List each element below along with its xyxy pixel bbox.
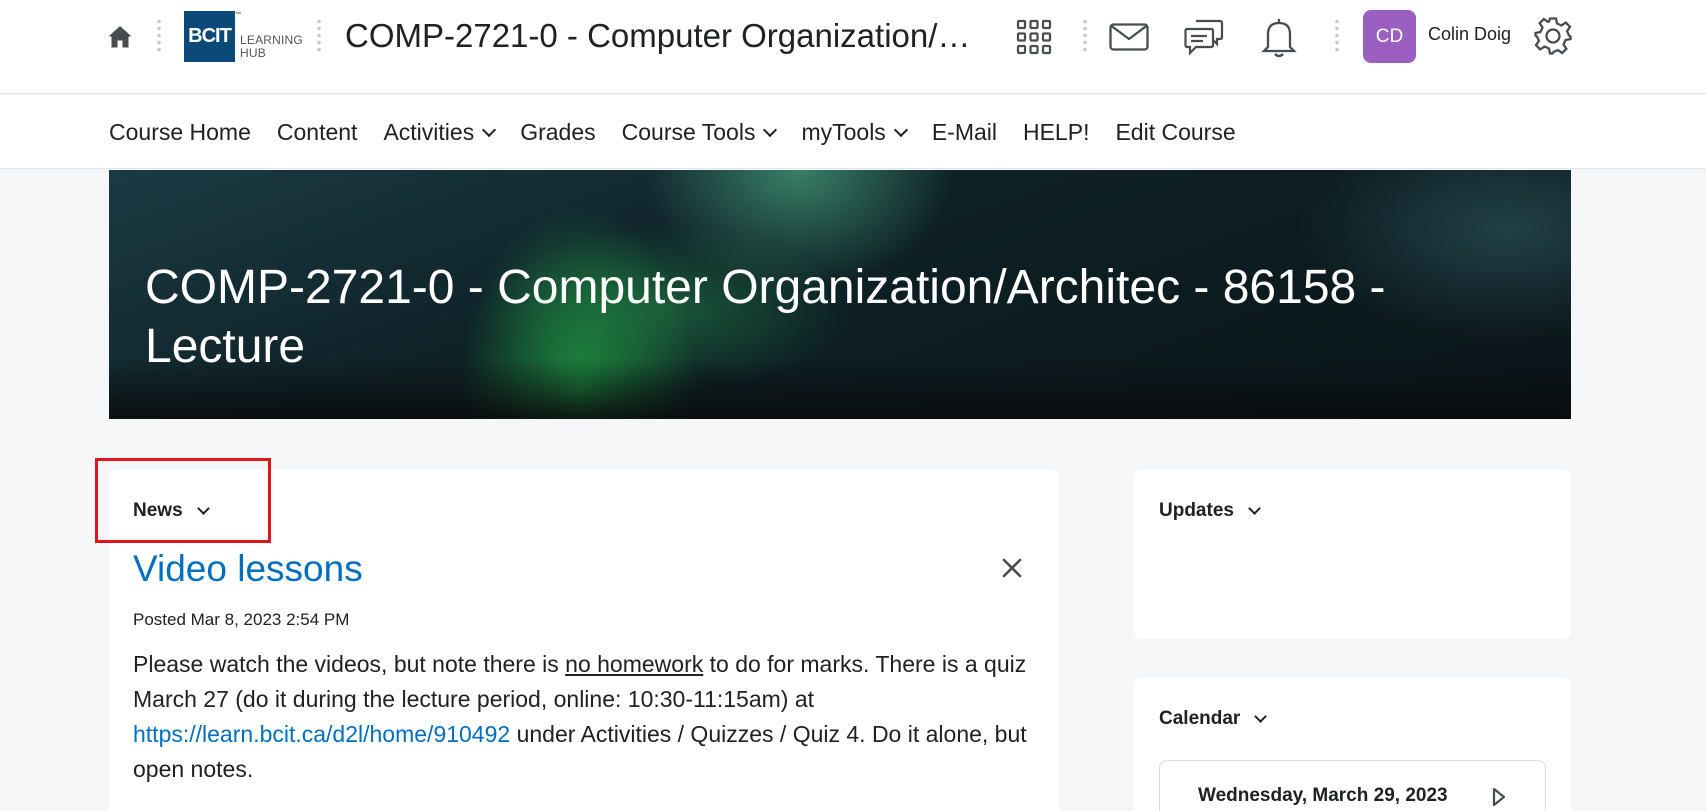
updates-header[interactable]: Updates: [1159, 500, 1261, 522]
bell-icon[interactable]: [1259, 15, 1299, 59]
chat-icon[interactable]: [1183, 16, 1225, 58]
avatar[interactable]: CD: [1363, 10, 1416, 63]
mail-icon[interactable]: [1108, 18, 1150, 56]
logo-trademark: ™: [235, 12, 241, 18]
gear-icon[interactable]: [1532, 15, 1574, 57]
course-nav: Course Home Content Activities Grades Co…: [109, 95, 1262, 169]
home-icon[interactable]: [107, 24, 133, 50]
news-item-title[interactable]: Video lessons: [133, 548, 363, 590]
chevron-down-icon: [482, 122, 497, 137]
calendar-heading: Calendar: [1159, 708, 1241, 729]
nav-mytools[interactable]: myTools: [801, 118, 908, 146]
calendar-date: Wednesday, March 29, 2023: [1198, 785, 1448, 806]
calendar-header[interactable]: Calendar: [1159, 708, 1268, 730]
nav-edit-course[interactable]: Edit Course: [1115, 119, 1235, 146]
news-body: Please watch the videos, but note there …: [133, 647, 1033, 787]
separator: [1083, 18, 1087, 54]
news-body-link[interactable]: https://learn.bcit.ca/d2l/home/910492: [133, 721, 510, 747]
bcit-learning-hub-logo[interactable]: BCIT ™ LEARNING HUB: [184, 11, 303, 63]
course-nav-bar: Course Home Content Activities Grades Co…: [0, 95, 1706, 169]
nav-course-home[interactable]: Course Home: [109, 119, 251, 146]
logo-text-line2: HUB: [240, 46, 266, 60]
nav-label: HELP!: [1022, 118, 1090, 145]
updates-widget: Updates: [1134, 470, 1571, 639]
nav-activities[interactable]: Activities: [383, 118, 497, 146]
nav-label: Course Tools: [621, 118, 756, 145]
top-bar: BCIT ™ LEARNING HUB COMP-2721-0 - Comput…: [0, 0, 1706, 94]
chevron-down-icon[interactable]: [1248, 502, 1261, 515]
separator: [157, 18, 161, 54]
nav-label: E-Mail: [931, 118, 997, 145]
nav-label: Activities: [383, 118, 475, 145]
course-banner: COMP-2721-0 - Computer Organization/Arch…: [109, 170, 1571, 419]
next-day-icon[interactable]: [1492, 787, 1506, 807]
calendar-widget: Calendar Wednesday, March 29, 2023: [1134, 678, 1571, 811]
chevron-down-icon: [763, 122, 778, 137]
user-name[interactable]: Colin Doig: [1428, 24, 1511, 45]
logo-text: LEARNING HUB: [240, 34, 303, 60]
nav-content[interactable]: Content: [277, 119, 358, 146]
nav-label: Course Home: [109, 118, 251, 145]
news-body-emphasis: no homework: [565, 651, 704, 677]
banner-title: COMP-2721-0 - Computer Organization/Arch…: [145, 261, 1386, 373]
close-icon[interactable]: [1001, 557, 1027, 583]
news-posted-date: Posted Mar 8, 2023 2:54 PM: [133, 610, 350, 629]
nav-label: Content: [276, 118, 358, 145]
nav-course-tools[interactable]: Course Tools: [621, 118, 778, 146]
news-body-text: Please watch the videos, but note there …: [133, 651, 566, 677]
app-grid-icon[interactable]: [1014, 17, 1054, 57]
nav-grades[interactable]: Grades: [520, 119, 595, 146]
chevron-down-icon[interactable]: [1254, 710, 1268, 723]
separator: [1335, 18, 1339, 54]
separator: [317, 18, 321, 54]
updates-heading: Updates: [1159, 500, 1234, 521]
nav-help[interactable]: HELP!: [1023, 119, 1089, 146]
chevron-down-icon: [893, 122, 908, 137]
nav-label: Grades: [520, 118, 596, 145]
nav-label: myTools: [801, 118, 886, 145]
nav-label: Edit Course: [1115, 118, 1236, 145]
highlight-box: [95, 458, 271, 543]
course-title[interactable]: COMP-2721-0 - Computer Organization/Arch…: [345, 14, 975, 58]
logo-mark: BCIT: [184, 11, 235, 62]
nav-email[interactable]: E-Mail: [932, 119, 997, 146]
calendar-day-panel: Wednesday, March 29, 2023: [1159, 760, 1546, 811]
